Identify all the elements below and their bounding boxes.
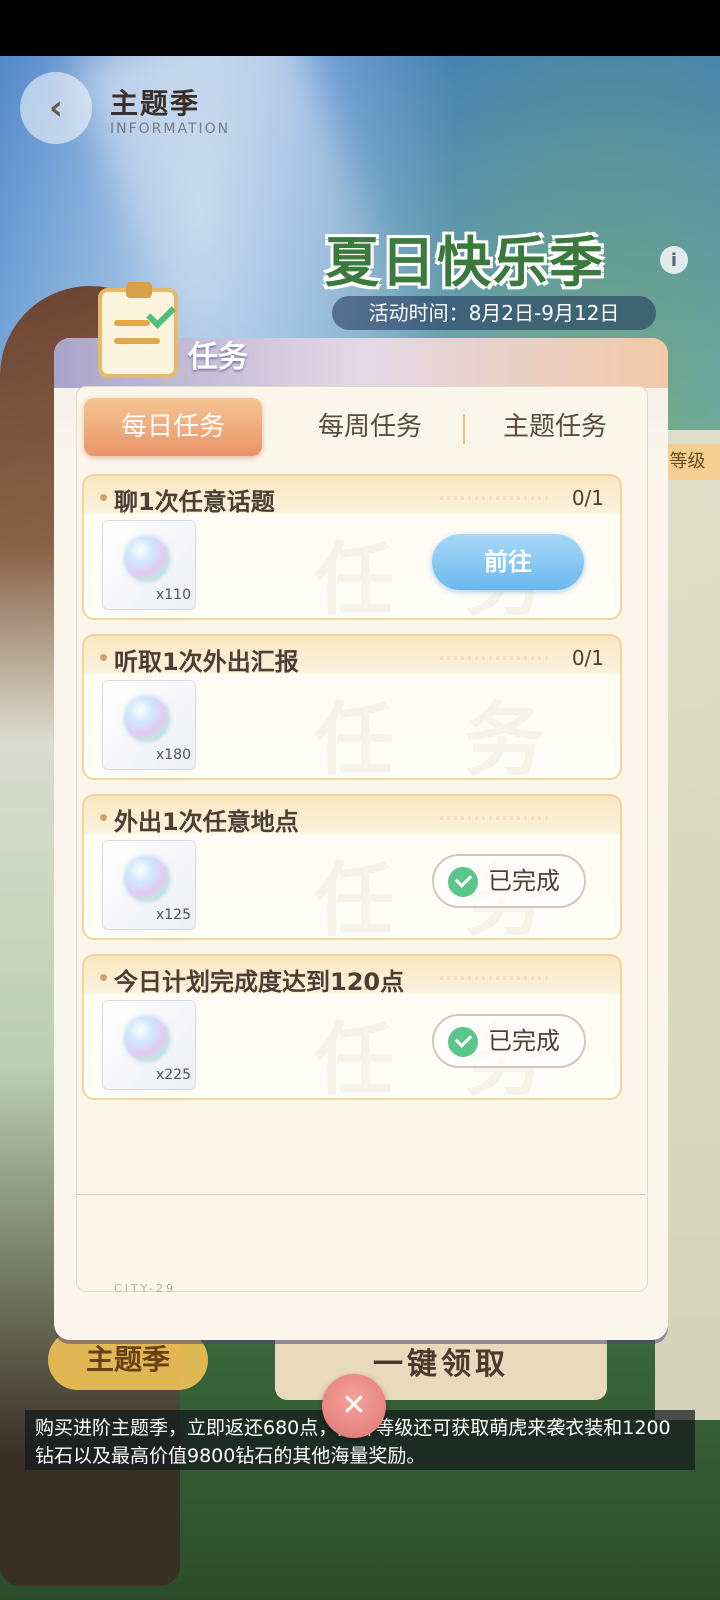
close-icon[interactable]: ✕ [322,1374,386,1438]
task-tabs: 每日任务 每周任务 主题任务 [80,390,640,464]
bullet-icon [100,654,107,661]
completed-label: 已完成 [488,1027,560,1055]
task-progress: 0/1 [571,646,604,670]
check-icon [448,1027,478,1057]
completed-button: 已完成 [432,1014,586,1068]
task-watermark: 任务 [314,694,614,787]
page-title: 主题季 [110,87,201,120]
tab-theme[interactable]: 主题任务 [470,398,640,456]
task-title: 聊1次任意话题 [114,488,275,516]
reward-item[interactable]: x225 [102,1000,196,1090]
crystal-orb-icon [125,537,169,581]
reward-quantity: x225 [155,1067,191,1083]
status-bar [0,0,720,56]
decorative-dots [440,816,550,820]
reward-quantity: x125 [155,907,191,923]
completed-label: 已完成 [488,867,560,895]
check-icon [448,867,478,897]
tab-weekly[interactable]: 每周任务 [280,398,460,456]
crystal-orb-icon [125,1017,169,1061]
page-subtitle: INFORMATION [110,121,231,137]
tab-separator [463,414,465,444]
bullet-icon [100,974,107,981]
clipboard-icon [98,282,178,378]
divider [76,1194,646,1195]
claim-all-button[interactable]: 一键领取 [275,1330,607,1400]
dialog-title: 任务 [188,340,248,375]
task-dialog: 任务 每日任务 每周任务 主题任务 任务 聊1次任意话题 0/1 x110 前往… [54,282,668,1340]
reward-quantity: x110 [155,587,191,603]
crystal-orb-icon [125,857,169,901]
task-title: 外出1次任意地点 [114,808,299,836]
task-item: 任务 今日计划完成度达到120点 x225 已完成 [82,954,622,1107]
reward-item[interactable]: x180 [102,680,196,770]
task-item: 任务 听取1次外出汇报 0/1 x180 [82,634,622,787]
task-item: 任务 外出1次任意地点 x125 已完成 [82,794,622,947]
task-title: 听取1次外出汇报 [114,648,299,676]
info-icon[interactable]: i [660,246,688,274]
tab-daily[interactable]: 每日任务 [84,398,262,456]
crystal-orb-icon [125,697,169,741]
decorative-dots [440,656,550,660]
task-item: 任务 聊1次任意话题 0/1 x110 前往 [82,474,622,627]
decorative-dots [440,976,550,980]
task-progress: 0/1 [571,486,604,510]
bullet-icon [100,814,107,821]
task-title: 今日计划完成度达到120点 [114,968,405,996]
decorative-dots [440,496,550,500]
reward-item[interactable]: x125 [102,840,196,930]
back-arrow-icon[interactable]: ‹ [20,72,92,144]
event-title: 夏日快乐季 [325,231,605,294]
reward-item[interactable]: x110 [102,520,196,610]
go-button[interactable]: 前往 [432,534,584,590]
reward-quantity: x180 [155,747,191,763]
bullet-icon [100,494,107,501]
event-time: 活动时间：8月2日-9月12日 [332,296,656,330]
completed-button: 已完成 [432,854,586,908]
footer-tag: CITY-29 [114,1282,177,1295]
